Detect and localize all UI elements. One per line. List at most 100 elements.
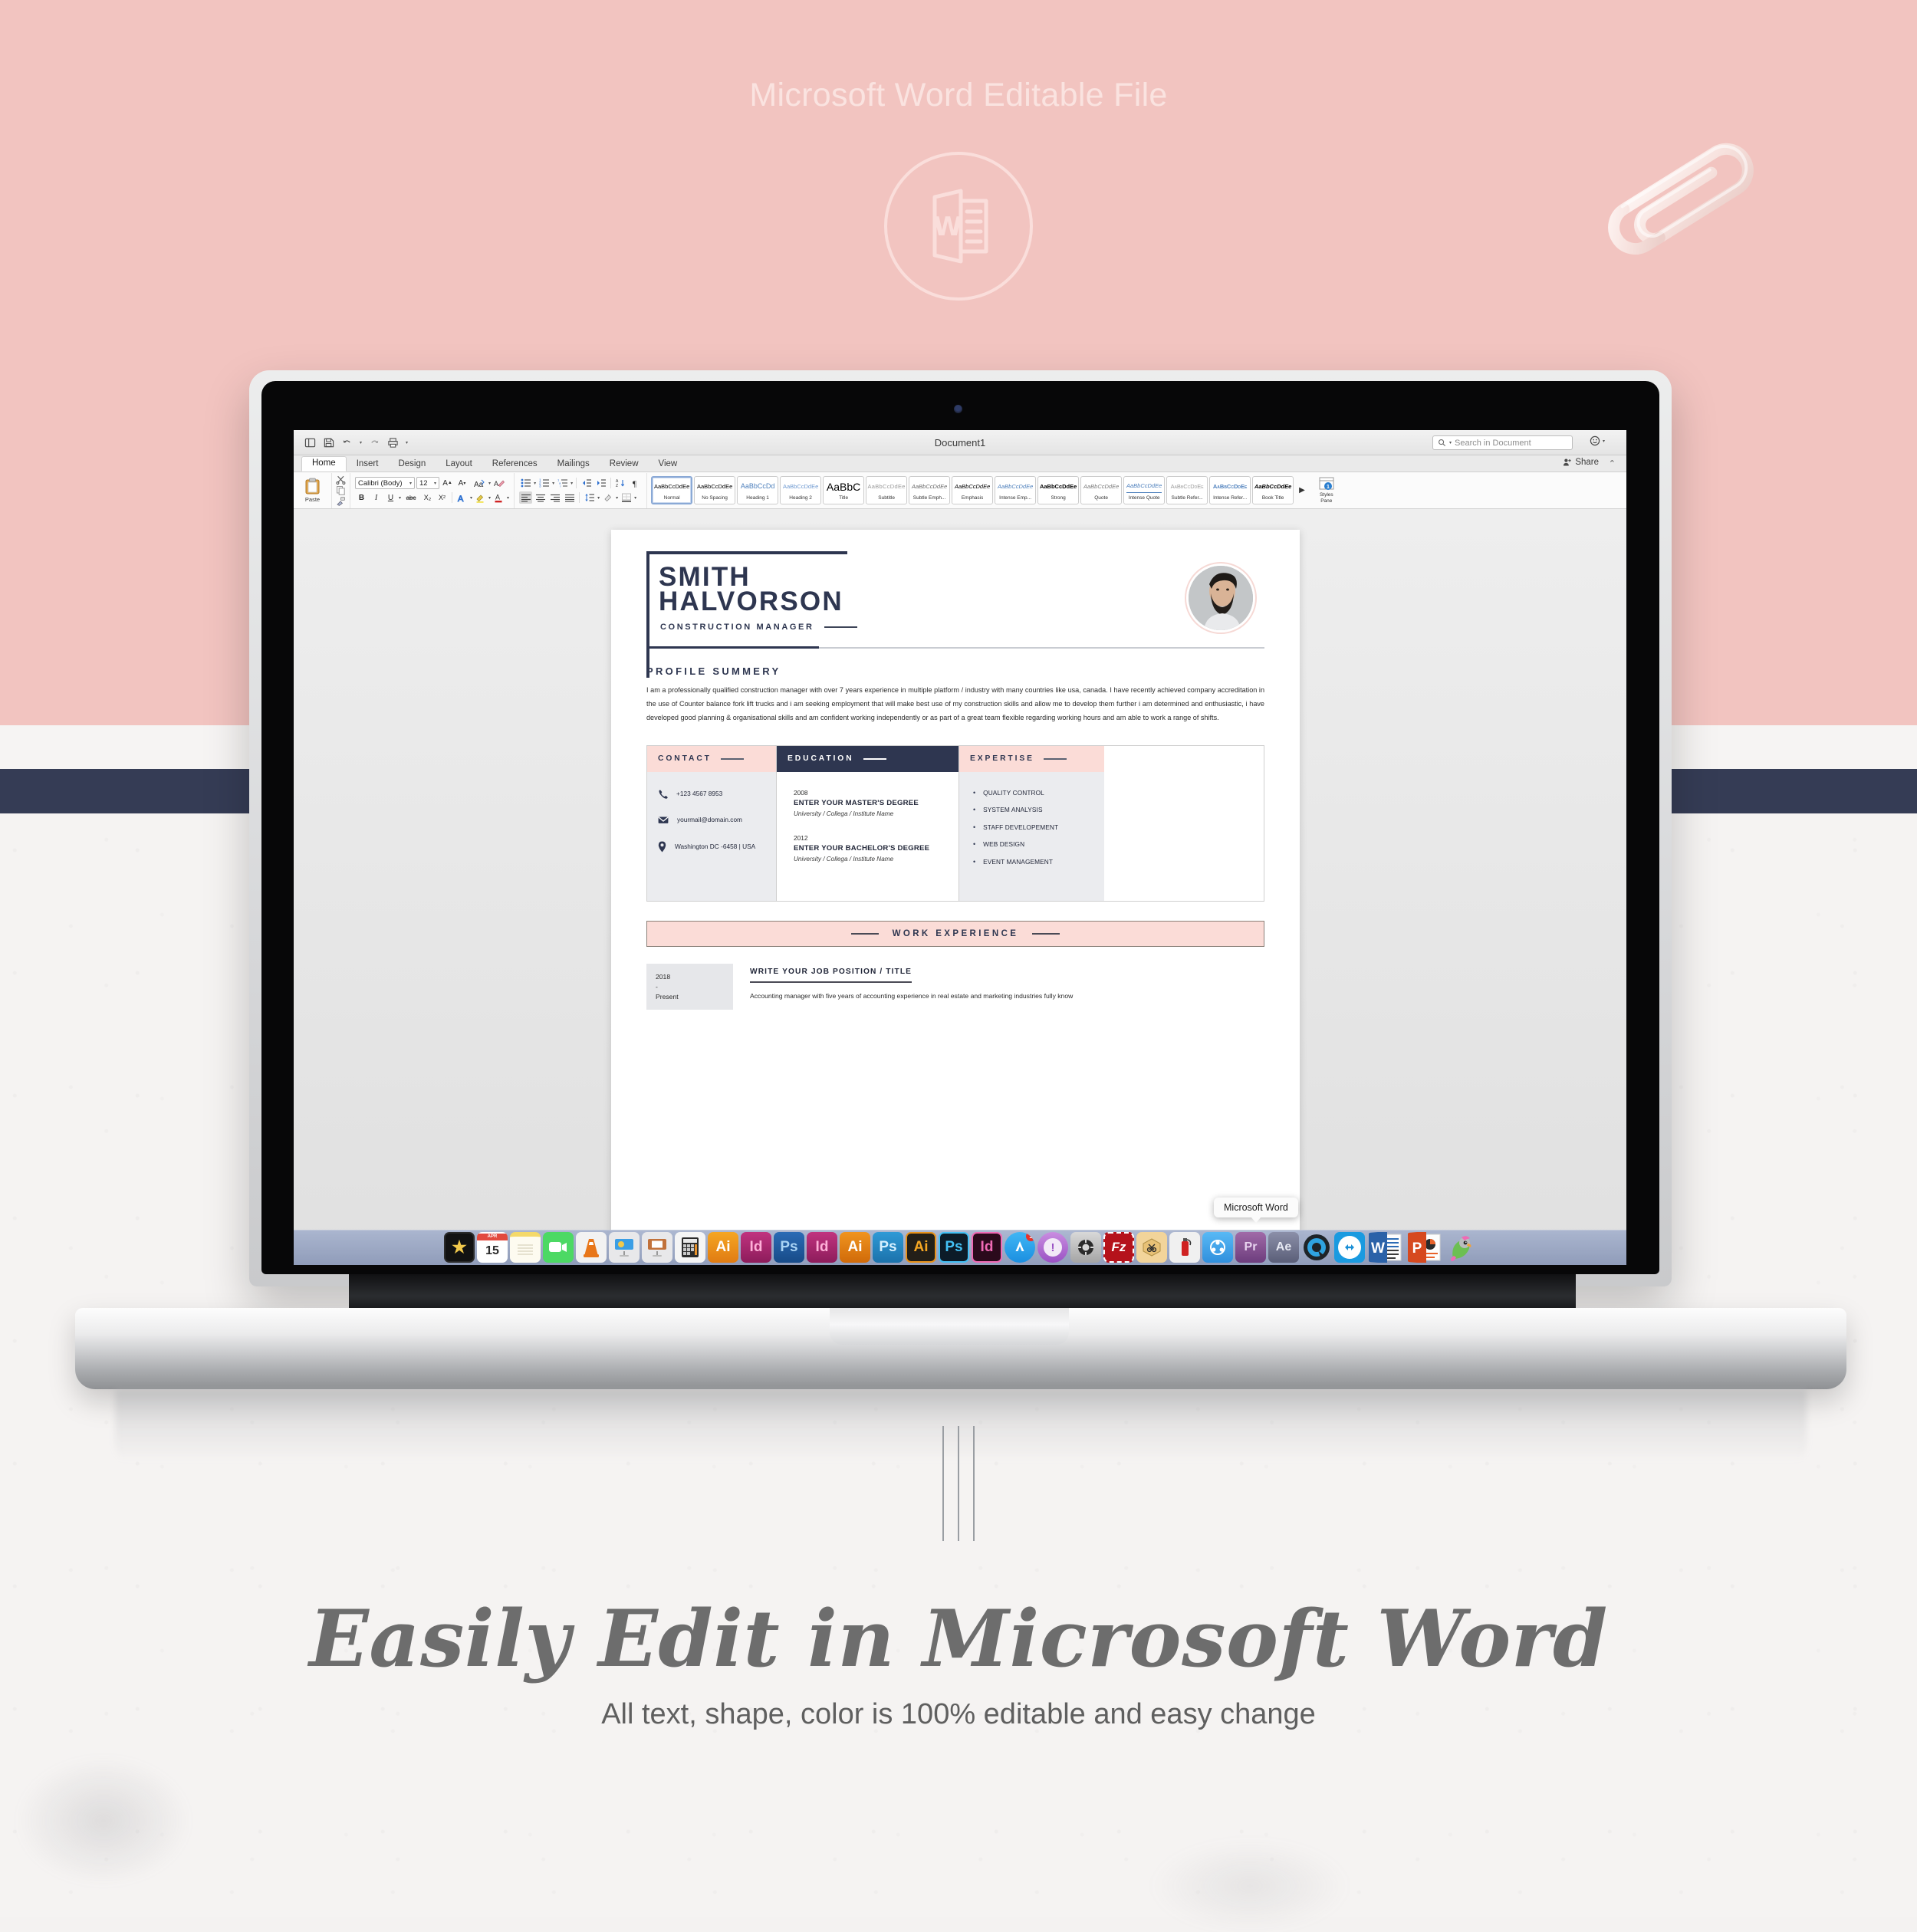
underline-button[interactable]: U [384,491,397,504]
dock-item-indesign-3[interactable]: Id [972,1232,1002,1263]
change-case-icon[interactable]: Aa [470,477,487,489]
styles-pane-button[interactable]: 1 Styles Pane [1309,474,1344,508]
tab-references[interactable]: References [482,458,547,472]
copy-icon[interactable] [336,485,346,495]
style-book-title[interactable]: AaBbCcDdEe Book Title [1252,476,1294,504]
line-spacing-icon[interactable] [583,491,596,504]
dock-item-photoshop-1[interactable]: Ps [774,1232,804,1263]
tab-review[interactable]: Review [600,458,649,472]
underline-caret-icon[interactable]: ▾ [399,495,401,501]
numbering-caret-icon[interactable]: ▾ [552,481,554,486]
dock-item-teamviewer[interactable] [1334,1232,1365,1263]
dock-item-numbers[interactable] [675,1232,705,1263]
smiley-caret-icon[interactable]: ▾ [1603,439,1605,444]
multilevel-caret-icon[interactable]: ▾ [570,481,573,486]
text-effects-icon[interactable]: A [455,491,469,504]
font-color-icon[interactable]: A [492,491,505,504]
highlight-caret-icon[interactable]: ▾ [488,495,491,501]
decrease-indent-icon[interactable] [580,477,593,489]
dock-item-indesign-2[interactable]: Id [807,1232,837,1263]
font-size-input[interactable]: 12 ▾ [416,477,439,489]
dock-item-illustrator-2[interactable]: Ai [840,1232,870,1263]
superscript-button[interactable]: X² [436,491,449,504]
scissors-icon[interactable] [336,475,346,485]
dock-item-microsoft-word[interactable]: W [1367,1232,1404,1263]
align-center-icon[interactable] [534,491,547,504]
align-right-icon[interactable] [548,491,561,504]
dock-item-pages[interactable] [642,1232,672,1263]
tab-insert[interactable]: Insert [347,458,389,472]
style-emphasis[interactable]: AaBbCcDdEe Emphasis [952,476,994,504]
dock-item-fire-extinguisher[interactable] [1169,1232,1200,1263]
bulleted-list-icon[interactable] [519,477,532,489]
font-size-caret-icon[interactable]: ▾ [434,481,436,486]
dock-item-facetime[interactable] [543,1232,574,1263]
font-color-caret-icon[interactable]: ▾ [507,495,509,501]
style-subtle-reference[interactable]: AaBbCcDdEe Subtle Refer... [1166,476,1208,504]
shrink-font-icon[interactable]: A ▾ [455,477,469,489]
dock-item-illustrator-1[interactable]: Ai [708,1232,738,1263]
style-title[interactable]: AaBbC Title [823,476,865,504]
chevron-up-icon[interactable]: ⌃ [1609,458,1616,468]
style-normal[interactable]: AaBbCcDdEe Normal [651,476,693,504]
dock-item-imovie[interactable]: ★ [444,1232,475,1263]
dock-item-filezilla[interactable]: Fz [1103,1232,1134,1263]
search-scope-caret-icon[interactable]: ▾ [1449,440,1452,445]
line-spacing-caret-icon[interactable]: ▾ [597,495,600,501]
subscript-button[interactable]: X₂ [421,491,434,504]
style-no-spacing[interactable]: AaBbCcDdEe No Spacing [694,476,736,504]
tab-home[interactable]: Home [301,455,347,472]
numbered-list-icon[interactable]: 123 [538,477,551,489]
style-strong[interactable]: AaBbCcDdEe Strong [1037,476,1080,504]
bullets-caret-icon[interactable]: ▾ [534,481,536,486]
dock-item-photoshop-3[interactable]: Ps [939,1232,969,1263]
paintbrush-icon[interactable] [336,496,346,506]
increase-indent-icon[interactable] [594,477,607,489]
style-subtitle[interactable]: AaBbCcDdEe Subtitle [866,476,908,504]
shading-caret-icon[interactable]: ▾ [616,495,618,501]
sort-az-icon[interactable]: AZ [614,477,627,489]
dock-item-after-effects[interactable]: Ae [1268,1232,1299,1263]
style-heading-2[interactable]: AaBbCcDdEe Heading 2 [780,476,822,504]
italic-button[interactable]: I [370,491,383,504]
chevron-right-icon[interactable]: ▶ [1295,486,1309,495]
multilevel-list-icon[interactable]: 1ai [556,477,569,489]
tab-layout[interactable]: Layout [436,458,482,472]
shading-icon[interactable] [601,491,614,504]
dock-item-calendar[interactable]: APR 15 [477,1232,508,1263]
style-intense-quote[interactable]: AaBbCcDdEe Intense Quote [1123,476,1166,504]
dock-item-app-store[interactable]: 1 [1005,1232,1035,1263]
style-intense-reference[interactable]: AaBbCcDdEe Intense Refer... [1209,476,1251,504]
style-quote[interactable]: AaBbCcDdEe Quote [1080,476,1123,504]
share-button[interactable]: Share [1563,458,1599,467]
dock-item-parrot[interactable] [1445,1232,1476,1263]
resume-page[interactable]: SMITH HALVORSON CONSTRUCTION MANAGER PRO… [611,530,1300,1265]
grow-font-icon[interactable]: A ▲ [441,477,454,489]
text-effects-caret-icon[interactable]: ▾ [470,495,472,501]
dock-item-photoshop-2[interactable]: Ps [873,1232,903,1263]
search-input[interactable]: ▾ Search in Document [1432,435,1573,450]
style-intense-emphasis[interactable]: AaBbCcDdEe Intense Emp... [995,476,1037,504]
dock-item-vlc[interactable] [576,1232,607,1263]
clear-formatting-icon[interactable]: A [492,477,505,489]
tab-view[interactable]: View [649,458,688,472]
style-subtle-emphasis[interactable]: AaBbCcDdEe Subtle Emph... [909,476,951,504]
font-name-input[interactable]: Calibri (Body) ▾ [355,477,415,489]
dock-item-system-preferences[interactable] [1070,1232,1101,1263]
document-canvas[interactable]: SMITH HALVORSON CONSTRUCTION MANAGER PRO… [294,509,1626,1265]
dock-item-powerpoint[interactable]: P [1406,1232,1443,1263]
dock-item-quicktime[interactable] [1301,1232,1332,1263]
paragraph-marks-icon[interactable]: ¶ [629,477,642,489]
style-heading-1[interactable]: AaBbCcDd Heading 1 [737,476,779,504]
borders-icon[interactable] [620,491,633,504]
font-name-caret-icon[interactable]: ▾ [409,481,412,486]
dock-item-keynote[interactable] [609,1232,640,1263]
strikethrough-button[interactable]: abc [403,491,419,504]
feedback-smiley-button[interactable]: ▾ [1590,435,1605,446]
highlight-color-icon[interactable] [474,491,487,504]
change-case-caret-icon[interactable]: ▾ [488,481,491,486]
borders-caret-icon[interactable]: ▾ [634,495,636,501]
dock-item-sharing[interactable] [1202,1232,1233,1263]
dock-item-premiere[interactable]: Pr [1235,1232,1266,1263]
bold-button[interactable]: B [355,491,368,504]
